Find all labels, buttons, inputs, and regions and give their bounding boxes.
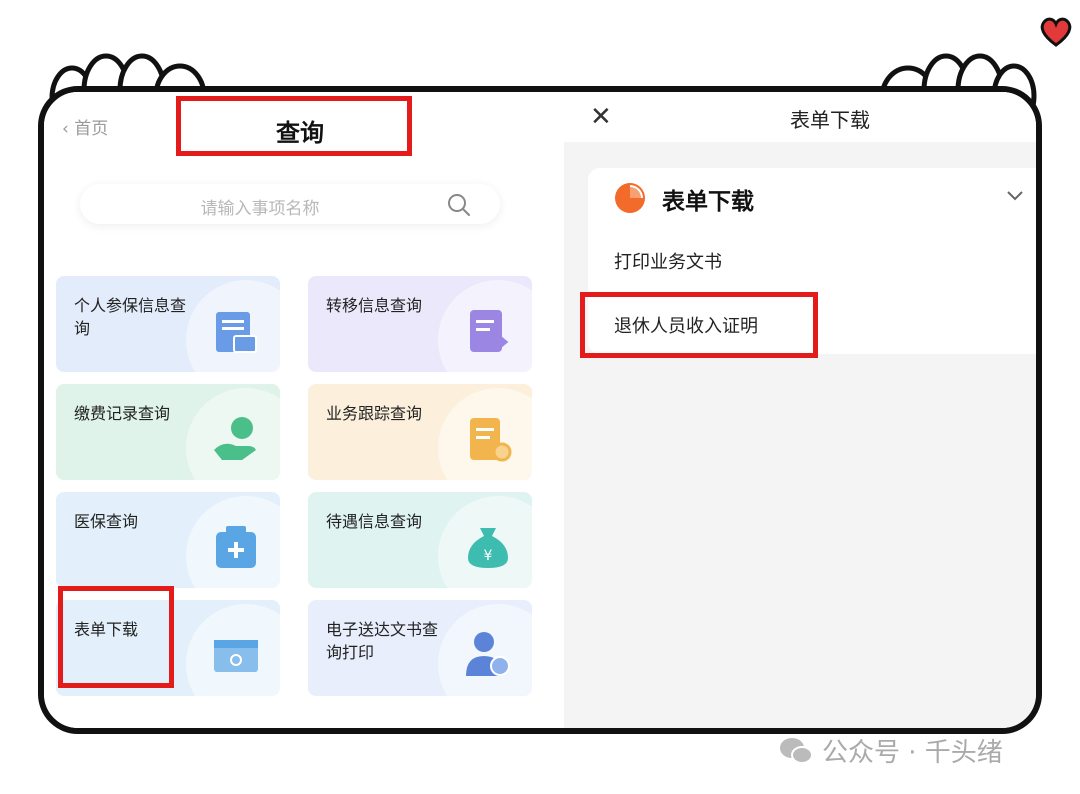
pie-chart-icon [615,183,645,213]
form-item-print-documents[interactable]: 打印业务文书 [614,248,722,274]
watermark: 公众号 · 千头绪 [778,732,1003,769]
search-icon[interactable] [446,192,472,218]
tracking-doc-icon [470,418,512,462]
query-card-payment-hand[interactable]: 缴费记录查询 [56,384,280,480]
transfer-doc-icon [470,310,509,352]
right-header: ✕ 表单下载 [564,92,1036,142]
card-label: 医保查询 [74,512,139,531]
card-label: 表单下载 [74,620,139,639]
back-label: 首页 [74,119,109,139]
svg-text:¥: ¥ [484,548,493,564]
page-title: 查询 [276,118,324,147]
wechat-icon [780,737,813,764]
back-button[interactable]: ‹ 首页 [62,114,108,139]
phone-frame: ‹ 首页 查询 请输入事项名称 个人参保信息查询 转移信息查询 缴费记录查询 业… [38,86,1042,734]
search-input[interactable]: 请输入事项名称 [80,184,500,224]
query-card-person-print[interactable]: 电子送达文书查询打印 [308,600,532,696]
section-title: 表单下载 [662,189,754,215]
query-card-money-bag[interactable]: 待遇信息查询 ¥ [308,492,532,588]
form-download-icon [214,640,258,672]
card-label: 电子送达文书查询打印 [326,620,439,662]
watermark-text: 公众号 · 千头绪 [822,738,1003,768]
card-label: 业务跟踪查询 [326,404,423,423]
query-card-insurance-doc[interactable]: 个人参保信息查询 [56,276,280,372]
card-label: 转移信息查询 [326,296,423,315]
query-card-tracking-doc[interactable]: 业务跟踪查询 [308,384,532,480]
query-card-form-download[interactable]: 表单下载 [56,600,280,696]
medical-kit-icon [216,526,256,568]
card-label: 缴费记录查询 [74,404,171,423]
query-page: ‹ 首页 查询 请输入事项名称 个人参保信息查询 转移信息查询 缴费记录查询 业… [44,92,564,728]
form-section: 表单下载 打印业务文书 退休人员收入证明 [588,168,1036,354]
insurance-doc-icon [216,312,257,353]
query-card-medical-kit[interactable]: 医保查询 [56,492,280,588]
form-item-retiree-income-certificate[interactable]: 退休人员收入证明 [614,312,758,338]
money-bag-icon: ¥ [468,528,508,568]
form-download-page: ✕ 表单下载 表单下载 打印业务文书 退休人员收入证明 [564,92,1036,728]
person-print-icon [466,632,510,676]
heart-icon [1040,17,1072,47]
payment-hand-icon [214,417,256,460]
chevron-down-icon[interactable] [1004,184,1026,206]
card-label: 待遇信息查询 [326,512,423,531]
right-page-title: 表单下载 [790,108,870,132]
search-placeholder: 请输入事项名称 [200,199,320,219]
query-card-transfer-doc[interactable]: 转移信息查询 [308,276,532,372]
card-label: 个人参保信息查询 [74,296,187,338]
